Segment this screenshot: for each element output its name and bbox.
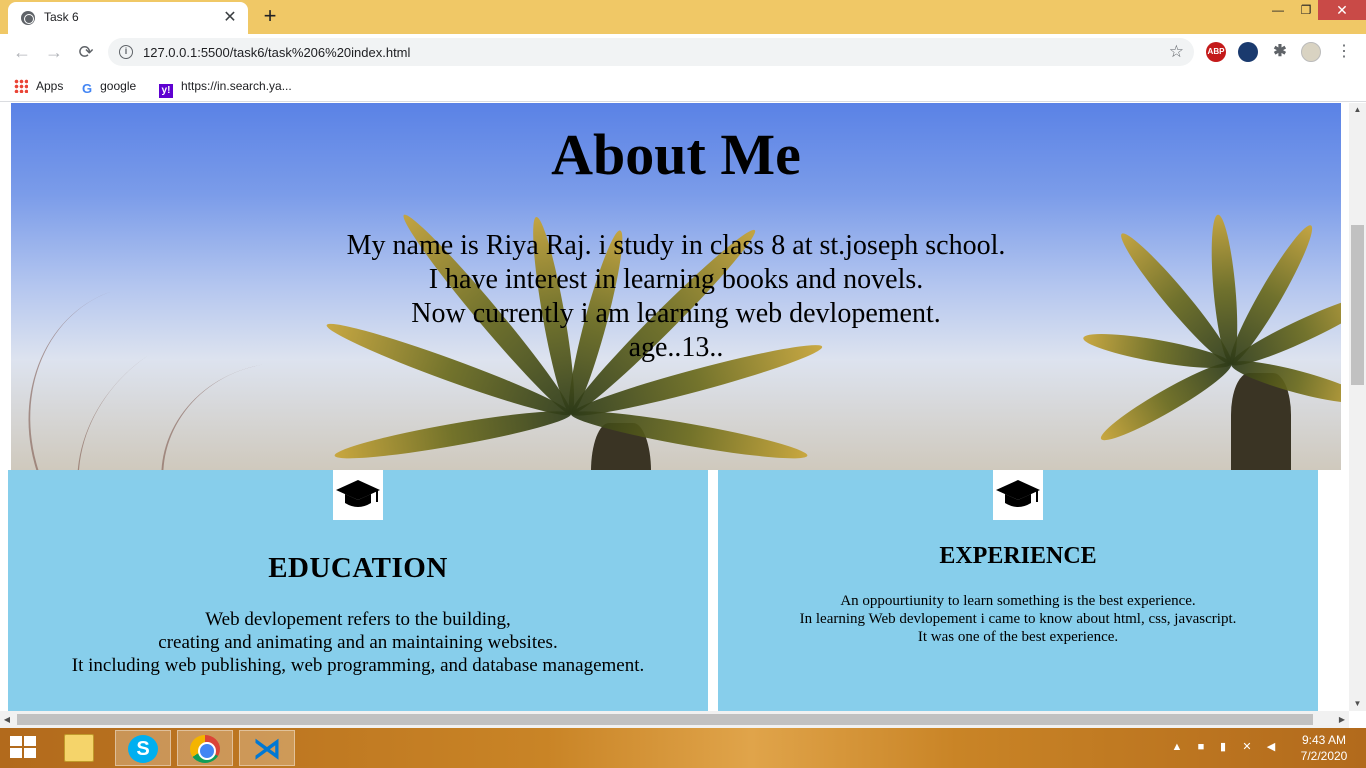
horizontal-scrollbar[interactable]: ◀ ▶	[0, 711, 1349, 728]
forward-button[interactable]: →	[42, 40, 66, 64]
education-card: EDUCATION Web devlopement refers to the …	[8, 470, 708, 728]
back-button[interactable]: ←	[10, 40, 34, 64]
window-close-button[interactable]: ✕	[1318, 0, 1366, 20]
horizontal-scroll-thumb[interactable]	[17, 714, 1313, 725]
scroll-left-arrow-icon[interactable]: ◀	[0, 711, 14, 728]
vscode-icon: ⋊	[253, 733, 281, 764]
taskbar-chrome[interactable]	[177, 730, 233, 766]
bookmark-apps[interactable]: Apps	[14, 76, 63, 96]
apps-grid-icon	[14, 79, 28, 93]
experience-text: An oppourtiunity to learn something is t…	[799, 593, 1237, 645]
skype-icon: S	[128, 735, 158, 763]
site-info-icon[interactable]: i	[119, 45, 133, 59]
address-bar[interactable]: i 127.0.0.1:5500/task6/task%206%20index.…	[108, 38, 1194, 66]
clock-time: 9:43 AM	[1301, 733, 1347, 747]
browser-tab[interactable]: Task 6 ✕	[8, 2, 248, 34]
taskbar-skype[interactable]: S	[115, 730, 171, 766]
scroll-up-arrow-icon[interactable]: ▲	[1349, 103, 1366, 117]
graduation-cap-icon	[993, 470, 1043, 520]
experience-title: EXPERIENCE	[939, 543, 1097, 569]
bookmark-yahoo[interactable]: y! https://in.search.ya...	[159, 76, 292, 98]
new-tab-button[interactable]: +	[258, 5, 282, 29]
bookmark-google[interactable]: Ggoogle	[82, 76, 136, 96]
yahoo-icon: y!	[159, 84, 173, 98]
taskbar-clock[interactable]: 9:43 AM 7/2/2020	[1292, 732, 1356, 764]
browser-toolbar: ← → ⟳ i 127.0.0.1:5500/task6/task%206%20…	[0, 34, 1366, 70]
tray-app-icon[interactable]: ■	[1194, 740, 1208, 754]
google-icon: G	[82, 81, 93, 96]
reload-button[interactable]: ⟳	[74, 40, 98, 64]
page-viewport: About Me My name is Riya Raj. i study in…	[0, 103, 1366, 728]
about-line: I have interest in learning books and no…	[428, 264, 924, 295]
about-line: age..13..	[628, 332, 724, 363]
network-icon[interactable]: ✕	[1240, 740, 1254, 754]
tab-close-icon[interactable]: ✕	[220, 8, 240, 28]
extensions-puzzle-icon[interactable]: ✱	[1270, 42, 1290, 62]
about-line: My name is Riya Raj. i study in class 8 …	[346, 230, 1006, 261]
search-extension-icon[interactable]	[1238, 42, 1258, 62]
about-hero-section: About Me My name is Riya Raj. i study in…	[11, 103, 1341, 470]
volume-icon[interactable]: ◀	[1264, 740, 1278, 754]
profile-avatar[interactable]	[1301, 42, 1321, 62]
taskbar-file-explorer[interactable]	[52, 730, 108, 766]
tab-title: Task 6	[44, 10, 79, 24]
vertical-scrollbar[interactable]: ▲ ▼	[1349, 103, 1366, 711]
about-line: Now currently i am learning web devlopem…	[411, 298, 941, 329]
adblock-extension-icon[interactable]: ABP	[1206, 42, 1226, 62]
scroll-right-arrow-icon[interactable]: ▶	[1335, 711, 1349, 728]
bookmark-star-icon[interactable]: ☆	[1169, 42, 1184, 62]
about-paragraph: My name is Riya Raj. i study in class 8 …	[11, 229, 1341, 365]
taskbar-vscode[interactable]: ⋊	[239, 730, 295, 766]
vertical-scroll-thumb[interactable]	[1351, 225, 1364, 385]
clock-date: 7/2/2020	[1300, 749, 1348, 763]
graduation-cap-icon	[333, 470, 383, 520]
page-title: About Me	[551, 122, 801, 187]
education-title: EDUCATION	[268, 552, 448, 584]
chrome-icon	[190, 735, 220, 763]
tray-expand-icon[interactable]: ▲	[1170, 740, 1184, 754]
start-button-icon[interactable]	[10, 736, 38, 760]
bookmarks-bar: Apps Ggoogle y! https://in.search.ya...	[0, 70, 1366, 102]
scroll-down-arrow-icon[interactable]: ▼	[1349, 697, 1366, 711]
windows-taskbar: S ⋊ ▲ ■ ▮ ✕ ◀ 9:43 AM 7/2/2020	[0, 728, 1366, 768]
battery-icon[interactable]: ▮	[1216, 740, 1230, 754]
browser-menu-icon[interactable]: ⋮	[1336, 41, 1352, 63]
education-text: Web devlopement refers to the building, …	[71, 609, 645, 676]
folder-icon	[64, 734, 94, 762]
tab-strip: Task 6 ✕ + — ❐ ✕	[0, 0, 1366, 34]
experience-card: EXPERIENCE An oppourtiunity to learn som…	[718, 470, 1318, 728]
address-url[interactable]: 127.0.0.1:5500/task6/task%206%20index.ht…	[143, 45, 410, 60]
globe-favicon-icon	[21, 11, 35, 25]
